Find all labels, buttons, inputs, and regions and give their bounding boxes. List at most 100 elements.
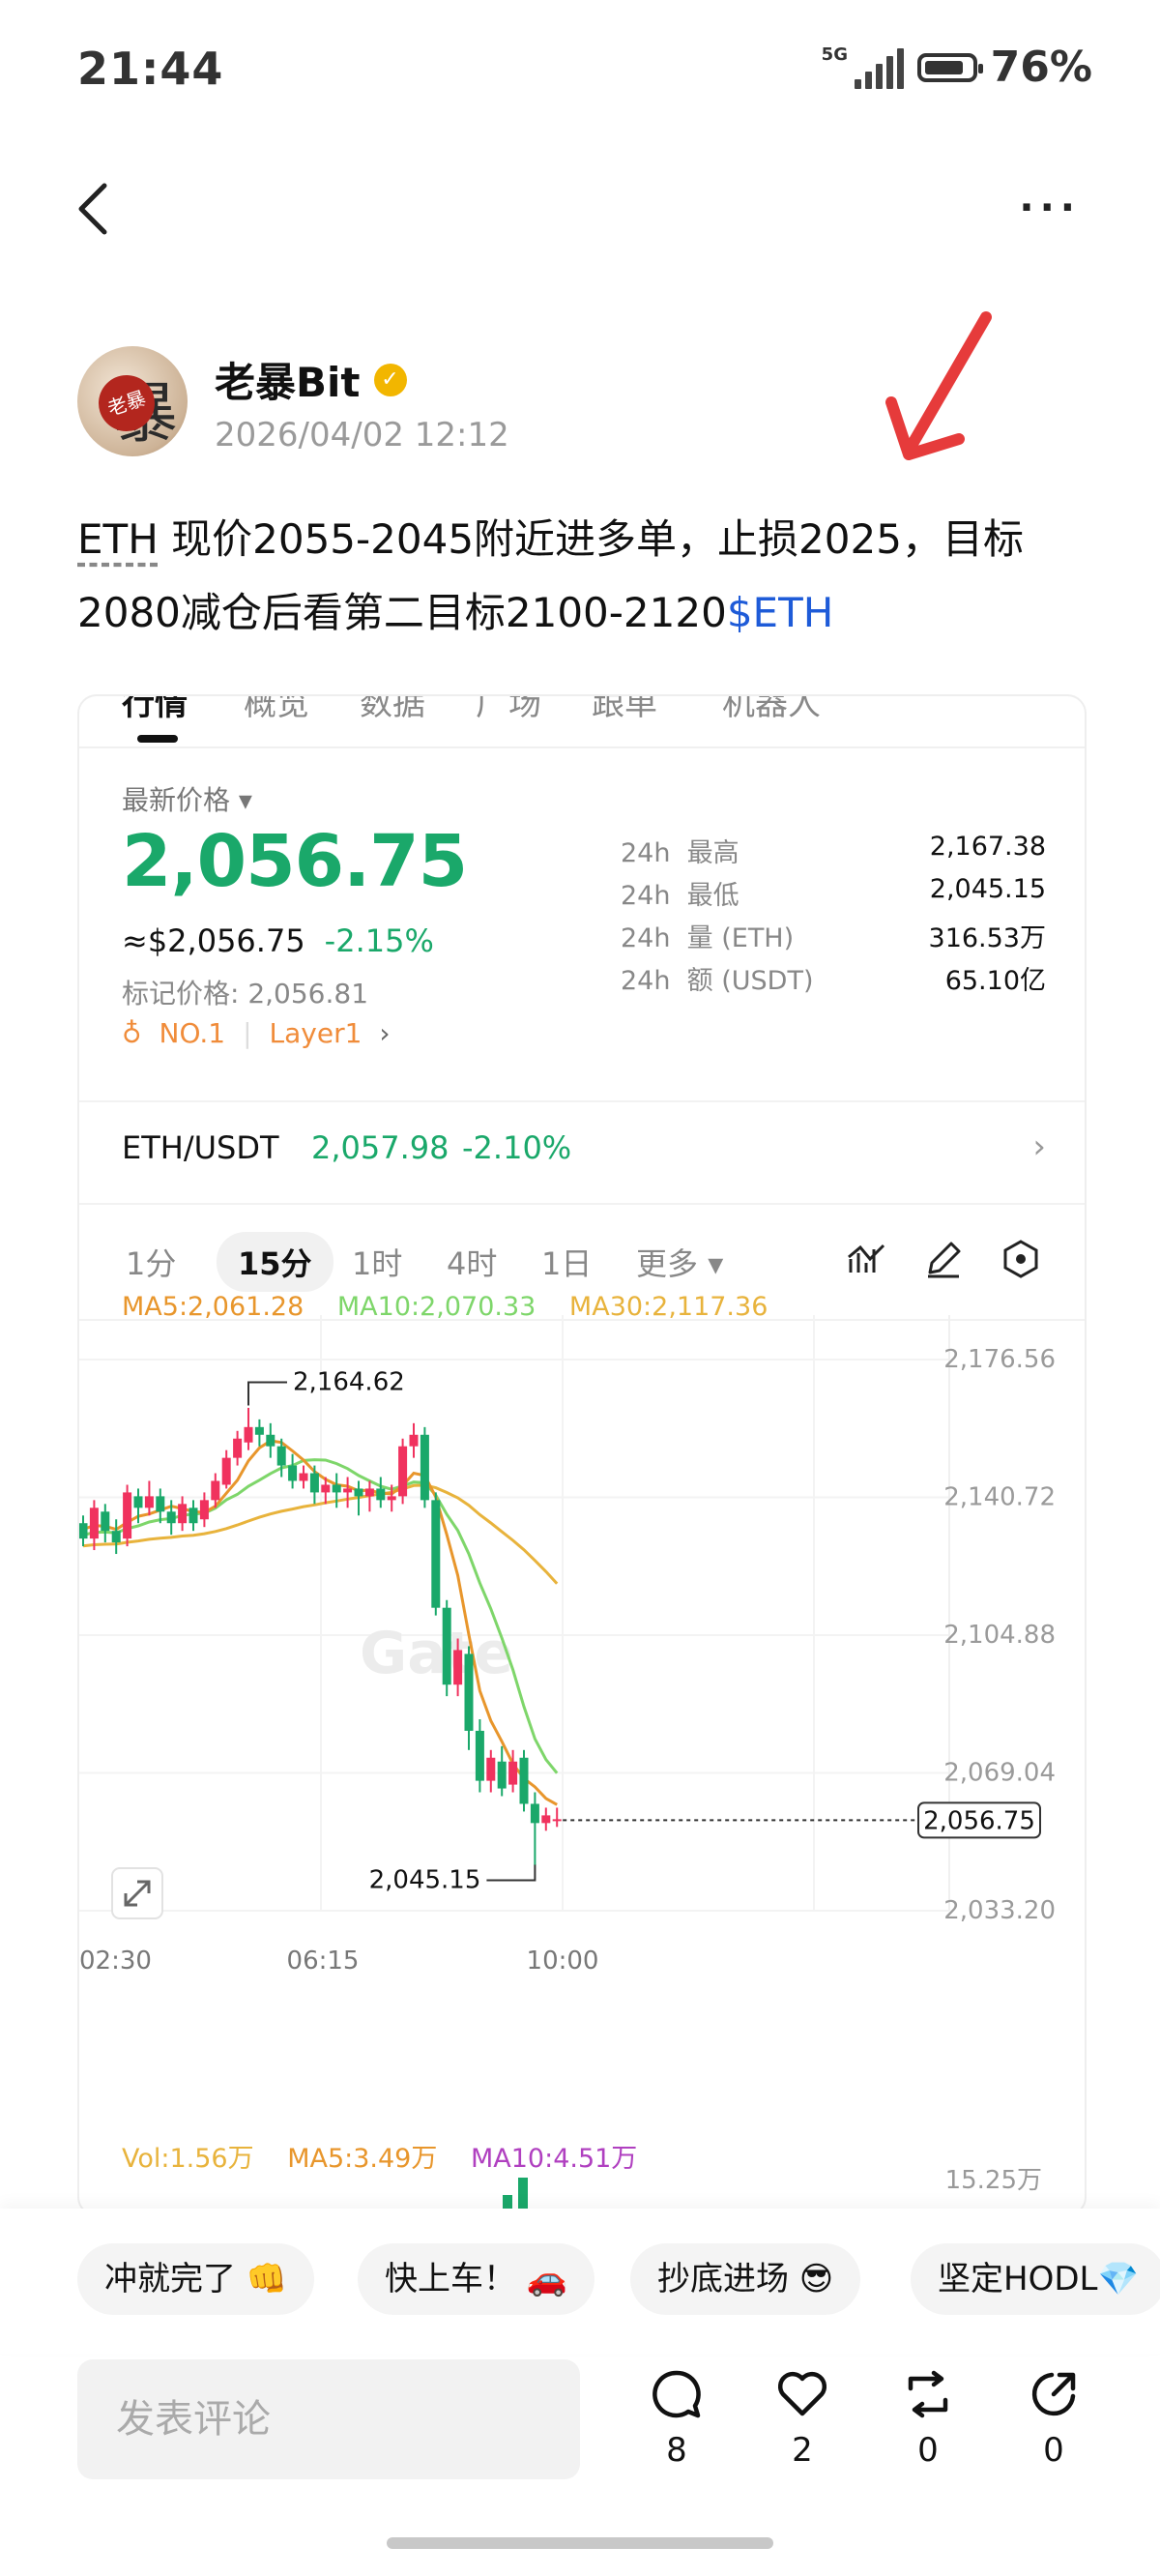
interval-4h[interactable]: 4时 <box>425 1232 518 1292</box>
interval-1m[interactable]: 1分 <box>104 1232 197 1292</box>
tab-bot[interactable]: 机器人 <box>722 696 821 724</box>
candle-body <box>221 1457 231 1485</box>
hashtag-link[interactable]: $ETH <box>727 589 834 636</box>
ticker-link[interactable]: ETH <box>77 515 159 563</box>
y-tick-label: 2,069.04 <box>943 1759 1056 1788</box>
repost-icon <box>908 2370 948 2418</box>
settings-hex-icon[interactable] <box>1000 1238 1042 1280</box>
watermark: Gate <box>360 1620 513 1687</box>
low-marker-line <box>486 1864 536 1882</box>
indicator-icon[interactable] <box>845 1238 887 1280</box>
x-tick-label: 02:30 <box>79 1947 152 1976</box>
reaction-chip[interactable]: 抄底进场 😎 <box>630 2243 861 2315</box>
vol-ma10-value: MA10:4.51万 <box>470 2144 638 2174</box>
stat-row-volume: 24h 量 (ETH) 316.53万 <box>621 923 1046 953</box>
candle-body <box>453 1650 463 1685</box>
stat-row-high: 24h 最高 2,167.38 <box>621 832 1046 868</box>
volume-legend: Vol:1.56万 MA5:3.49万 MA10:4.51万 <box>122 2137 662 2175</box>
candle-body <box>332 1484 341 1493</box>
vol-ma5-value: MA5:3.49万 <box>287 2144 438 2174</box>
candle-body <box>288 1465 298 1481</box>
candle-body <box>364 1488 374 1497</box>
candle-body <box>519 1757 529 1804</box>
interval-1h[interactable]: 1时 <box>331 1232 423 1292</box>
like-button[interactable]: 2 <box>764 2367 841 2470</box>
interval-more[interactable]: 更多 ▾ <box>615 1232 744 1292</box>
candle-body <box>244 1426 253 1443</box>
quick-reactions: 冲就完了 👊 快上车！ 🚗 抄底进场 😎 坚定HODL💎 <box>0 2209 1160 2354</box>
volume-top-tick: 15.25万 <box>944 2166 1042 2195</box>
y-tick-label: 2,176.56 <box>943 1345 1056 1374</box>
pair-row[interactable]: ETH/USDT 2,057.98 -2.10% › <box>79 1100 1085 1205</box>
comment-input[interactable]: 发表评论 <box>77 2359 580 2479</box>
tab-copy[interactable]: 跟单 <box>592 696 657 724</box>
candle-body <box>541 1815 551 1824</box>
stat-row-turnover: 24h 额 (USDT) 65.10亿 <box>621 966 1046 996</box>
more-options-button[interactable]: ··· <box>1019 189 1081 227</box>
tab-square[interactable]: 广场 <box>476 696 541 724</box>
candle-body <box>464 1654 474 1731</box>
signal-icon: 5G <box>822 45 904 89</box>
candle-body <box>144 1496 154 1508</box>
y-tick-label: 2,104.88 <box>943 1621 1056 1650</box>
rank-row[interactable]: ♁ NO.1 | Layer1 › <box>122 1017 391 1049</box>
back-button[interactable] <box>70 180 118 238</box>
approx-usd: ≈$2,056.75 -2.15% <box>122 922 434 959</box>
sector-tag: Layer1 <box>269 1017 362 1049</box>
interval-15m[interactable]: 15分 <box>217 1232 334 1292</box>
status-icons: 5G 76% <box>822 43 1092 92</box>
candle-body <box>309 1473 319 1493</box>
comment-button[interactable]: 8 <box>638 2367 715 2470</box>
reaction-chip[interactable]: 冲就完了 👊 <box>77 2243 315 2315</box>
reaction-chip[interactable]: 坚定HODL💎 <box>911 2243 1160 2315</box>
candle-body <box>508 1761 518 1785</box>
last-price-label: 2,056.75 <box>923 1806 1035 1835</box>
high-marker-line <box>247 1381 287 1406</box>
candle-body <box>497 1761 507 1789</box>
post-text: 现价2055-2045附近进多单，止损2025，目标2080减仓后看第二目标21… <box>77 515 1024 636</box>
candle-body <box>266 1434 276 1447</box>
candle-body <box>79 1523 88 1539</box>
candle-body <box>211 1480 220 1501</box>
stat-row-low: 24h 最低 2,045.15 <box>621 874 1046 911</box>
draw-pencil-icon[interactable] <box>922 1238 965 1280</box>
candle-body <box>409 1434 419 1447</box>
tab-data[interactable]: 数据 <box>360 696 425 724</box>
fullscreen-button[interactable] <box>111 1867 163 1919</box>
reaction-chip[interactable]: 快上车！ 🚗 <box>358 2243 595 2315</box>
candle-body <box>156 1496 165 1512</box>
post-body: ETH 现价2055-2045附近进多单，止损2025，目标2080减仓后看第二… <box>77 503 1102 650</box>
candle-body <box>123 1492 132 1539</box>
candle-body <box>398 1446 408 1497</box>
price-change: -2.15% <box>324 922 434 959</box>
candle-body <box>475 1730 484 1781</box>
author-name-row[interactable]: 老暴Bit ✓ <box>215 350 407 409</box>
market-card[interactable]: 行情 概览 数据 广场 跟单 机器人 最新价格 ▾ 2,056.75 ≈$2,0… <box>77 694 1087 2216</box>
repost-count: 0 <box>917 2431 939 2470</box>
last-price: 2,056.75 <box>122 820 468 903</box>
fire-icon: ♁ <box>122 1017 142 1049</box>
comment-bubble-icon <box>652 2370 701 2418</box>
share-count: 0 <box>1043 2431 1064 2470</box>
x-tick-label: 10:00 <box>527 1947 599 1976</box>
share-button[interactable]: 0 <box>1015 2367 1092 2470</box>
interval-1d[interactable]: 1日 <box>520 1232 613 1292</box>
mark-price: 标记价格: 2,056.81 <box>122 978 369 1010</box>
tab-overview[interactable]: 概览 <box>244 696 309 724</box>
author-avatar[interactable]: 暴 老暴 <box>77 346 188 456</box>
candle-body <box>321 1484 331 1493</box>
like-count: 2 <box>792 2431 813 2470</box>
home-indicator[interactable] <box>387 2537 773 2549</box>
candle-body <box>178 1504 188 1524</box>
candlestick-chart[interactable]: Gate 2,164.62 2,045.15 2,056.75 2,176.56 2,… <box>79 1315 1085 2214</box>
pair-name: ETH/USDT <box>122 1129 279 1166</box>
candle-body <box>133 1496 143 1508</box>
chevron-right-icon: › <box>379 1017 391 1049</box>
candle-body <box>299 1473 308 1481</box>
repost-button[interactable]: 0 <box>889 2367 967 2470</box>
candle-body <box>111 1531 121 1543</box>
latest-price-label[interactable]: 最新价格 ▾ <box>122 779 252 818</box>
author-name[interactable]: 老暴Bit <box>215 350 361 409</box>
pair-change: -2.10% <box>462 1129 572 1166</box>
tab-market[interactable]: 行情 <box>122 696 188 724</box>
